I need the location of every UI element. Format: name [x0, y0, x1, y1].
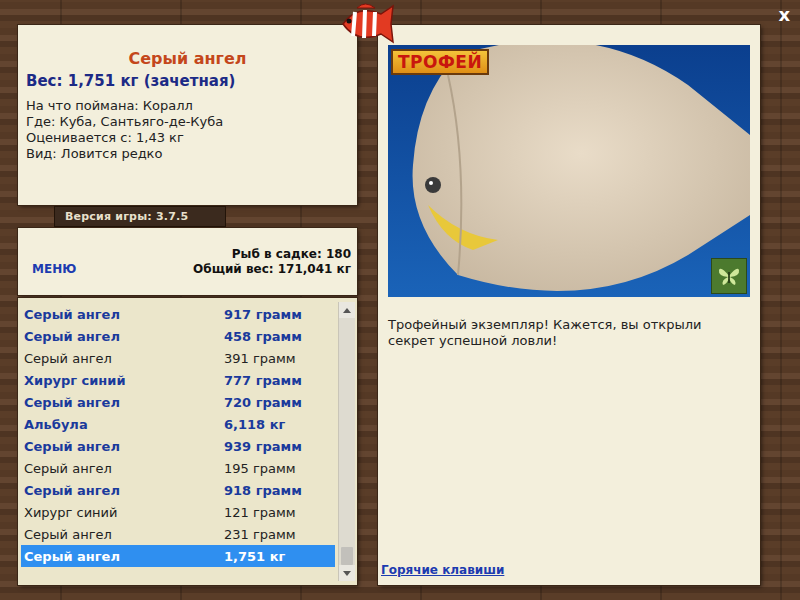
scroll-up-button[interactable] [339, 302, 355, 318]
left-column: Серый ангел Вес: 1,751 кг (зачетная) На чт… [18, 25, 357, 585]
catch-weight-cell: 6,118 кг [224, 417, 335, 432]
catch-name: Серый ангел [24, 329, 224, 344]
summary-panel: МЕНЮ Рыб в садке: 180Общий вес: 171,041 к… [18, 228, 357, 295]
close-button[interactable]: x [778, 4, 790, 25]
catch-row[interactable]: Серый ангел917 грамм [21, 303, 335, 325]
catch-name: Серый ангел [24, 351, 224, 366]
scroll-track[interactable] [339, 318, 355, 565]
catch-weight-cell: 231 грамм [224, 527, 335, 542]
catch-name: Серый ангел [24, 549, 224, 564]
down-arrow-icon [343, 571, 351, 576]
catch-row[interactable]: Серый ангел195 грамм [21, 457, 335, 479]
catch-weight-cell: 391 грамм [224, 351, 335, 366]
catch-name: Хирург синий [24, 373, 224, 388]
catch-row[interactable]: Альбула6,118 кг [21, 413, 335, 435]
catch-title: Серый ангел [26, 49, 349, 68]
catch-detail: Вид: Ловится редко [26, 146, 349, 162]
catch-row[interactable]: Серый ангел231 грамм [21, 523, 335, 545]
up-arrow-icon [343, 308, 351, 313]
catch-name: Серый ангел [24, 439, 224, 454]
catch-name: Серый ангел [24, 483, 224, 498]
scrollbar[interactable] [338, 302, 355, 581]
catch-weight-cell: 720 грамм [224, 395, 335, 410]
catch-detail: Где: Куба, Сантьяго-де-Куба [26, 114, 349, 130]
summary-line: Общий вес: 171,041 кг [193, 262, 351, 277]
version-label: Версия игры: 3.7.5 [55, 207, 225, 226]
catch-row[interactable]: Хирург синий121 грамм [21, 501, 335, 523]
catch-row[interactable]: Серый ангел939 грамм [21, 435, 335, 457]
trophy-message: Трофейный экземпляр! Кажется, вы открыли… [388, 317, 750, 349]
catch-weight-cell: 918 грамм [224, 483, 335, 498]
catch-list: Серый ангел917 граммСерый ангел458 грамм… [18, 298, 357, 585]
catch-row[interactable]: Серый ангел918 грамм [21, 479, 335, 501]
detail-panel: ТРОФЕЙ Трофейный экземпляр! Кажется, вы о… [378, 25, 760, 585]
summary-counts: Рыб в садке: 180Общий вес: 171,041 кг [193, 247, 351, 277]
catch-row[interactable]: Серый ангел1,751 кг [21, 545, 335, 567]
spacer [388, 349, 750, 563]
catch-weight-cell: 939 грамм [224, 439, 335, 454]
fish-photo-image [388, 45, 750, 297]
catch-weight-cell: 917 грамм [224, 307, 335, 322]
catch-detail: На что поймана: Коралл [26, 98, 349, 114]
catch-rows: Серый ангел917 граммСерый ангел458 грамм… [21, 302, 335, 581]
catch-name: Серый ангел [24, 307, 224, 322]
catch-row[interactable]: Хирург синий777 грамм [21, 369, 335, 391]
menu-button[interactable]: МЕНЮ [32, 262, 76, 276]
trophy-badge: ТРОФЕЙ [391, 49, 489, 75]
catch-info-panel: Серый ангел Вес: 1,751 кг (зачетная) На чт… [18, 25, 357, 205]
butterfly-icon [717, 264, 741, 288]
catch-detail: Оценивается с: 1,43 кг [26, 130, 349, 146]
summary-line: Рыб в садке: 180 [193, 247, 351, 262]
fish-logo [335, 0, 397, 48]
catch-weight: Вес: 1,751 кг (зачетная) [26, 72, 349, 90]
scroll-thumb[interactable] [341, 547, 353, 565]
catch-name: Серый ангел [24, 527, 224, 542]
catch-row[interactable]: Серый ангел720 грамм [21, 391, 335, 413]
scroll-down-button[interactable] [339, 565, 355, 581]
catch-row[interactable]: Серый ангел391 грамм [21, 347, 335, 369]
catch-weight-cell: 777 грамм [224, 373, 335, 388]
catch-name: Серый ангел [24, 461, 224, 476]
fish-photo: ТРОФЕЙ [388, 45, 750, 297]
catch-weight-cell: 458 грамм [224, 329, 335, 344]
catch-name: Хирург синий [24, 505, 224, 520]
scroll-space [339, 318, 355, 547]
catch-weight-cell: 1,751 кг [224, 549, 335, 564]
catch-name: Серый ангел [24, 395, 224, 410]
fish-logo-icon [335, 0, 397, 48]
catch-name: Альбула [24, 417, 224, 432]
catch-weight-cell: 195 грамм [224, 461, 335, 476]
catch-row[interactable]: Серый ангел458 грамм [21, 325, 335, 347]
butterfly-button[interactable] [711, 258, 747, 294]
hotkeys-link[interactable]: Горячие клавиши [381, 563, 750, 577]
catch-weight-cell: 121 грамм [224, 505, 335, 520]
version-row: Версия игры: 3.7.5 [18, 205, 357, 228]
